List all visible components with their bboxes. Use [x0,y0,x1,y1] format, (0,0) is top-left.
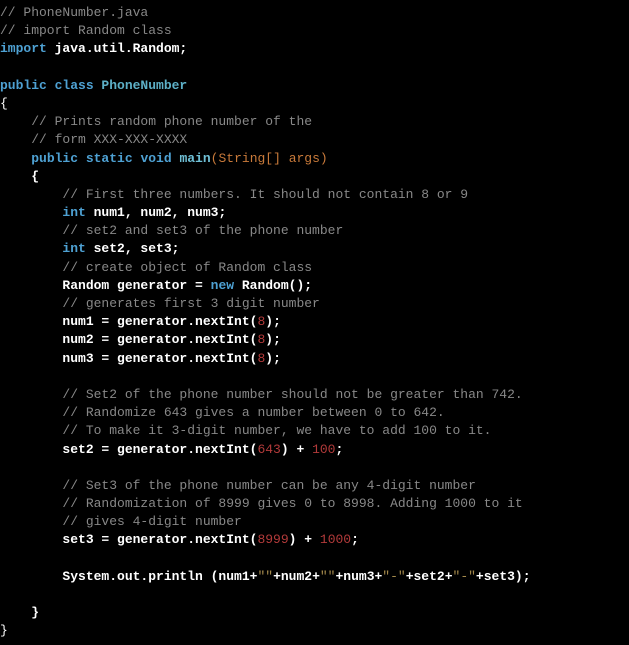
indent [0,241,62,256]
keyword-public: public [0,78,47,93]
indent [0,205,62,220]
code-text: num1 = generator.nextInt( [0,314,257,329]
comment: // Set3 of the phone number can be any 4… [0,478,476,493]
method-main: main [172,151,211,166]
indent [0,151,31,166]
comment: // Prints random phone number of the [0,114,312,129]
number-literal: 8999 [257,532,288,547]
comment: // PhoneNumber.java [0,5,148,20]
brace: } [0,605,39,620]
code-text: +num3+ [335,569,382,584]
string-literal: "-" [453,569,476,584]
string-literal: "" [320,569,336,584]
keyword-import: import [0,41,47,56]
comment: // form XXX-XXX-XXXX [0,132,187,147]
comment: // import Random class [0,23,172,38]
brace: { [0,96,8,111]
comment: // Randomization of 8999 gives 0 to 8998… [0,496,523,511]
param-type: String[] args [218,151,319,166]
keyword-new: new [211,278,234,293]
comment: // create object of Random class [0,260,312,275]
keyword-void: void [133,151,172,166]
code-text: ) + [281,442,312,457]
code-text: +set3); [476,569,531,584]
code-text: ); [265,351,281,366]
keyword-public: public [31,151,78,166]
comment: // generates first 3 digit number [0,296,320,311]
paren: ) [320,151,328,166]
comment: // Set2 of the phone number should not b… [0,387,523,402]
code-text: +num2+ [273,569,320,584]
string-literal: "" [257,569,273,584]
code-text: ) + [289,532,320,547]
brace: { [0,169,39,184]
comment: // To make it 3-digit number, we have to… [0,423,491,438]
comment: // Randomize 643 gives a number between … [0,405,445,420]
class-name: PhoneNumber [101,78,187,93]
comment: // gives 4-digit number [0,514,242,529]
code-text: Random generator = [0,278,211,293]
code-text: Random(); [234,278,312,293]
keyword-int: int [62,241,85,256]
brace: } [0,623,8,638]
string-literal: "-" [382,569,405,584]
code-text: num2 = generator.nextInt( [0,332,257,347]
keyword-int: int [62,205,85,220]
code-text: System.out.println (num1+ [0,569,257,584]
code-text: ); [265,314,281,329]
code-block: // PhoneNumber.java // import Random cla… [0,0,629,645]
code-text: ); [265,332,281,347]
keyword-class: class [47,78,102,93]
code-text: num3 = generator.nextInt( [0,351,257,366]
keyword-static: static [78,151,133,166]
number-literal: 643 [257,442,280,457]
var-decl: num1, num2, num3; [86,205,226,220]
code-text: set2 = generator.nextInt( [0,442,257,457]
code-text: java.util.Random; [47,41,187,56]
var-decl: set2, set3; [86,241,180,256]
code-text: +set2+ [406,569,453,584]
number-literal: 100 [312,442,335,457]
code-text: ; [335,442,343,457]
comment: // First three numbers. It should not co… [0,187,468,202]
number-literal: 1000 [320,532,351,547]
comment: // set2 and set3 of the phone number [0,223,343,238]
code-text: ; [351,532,359,547]
code-text: set3 = generator.nextInt( [0,532,257,547]
